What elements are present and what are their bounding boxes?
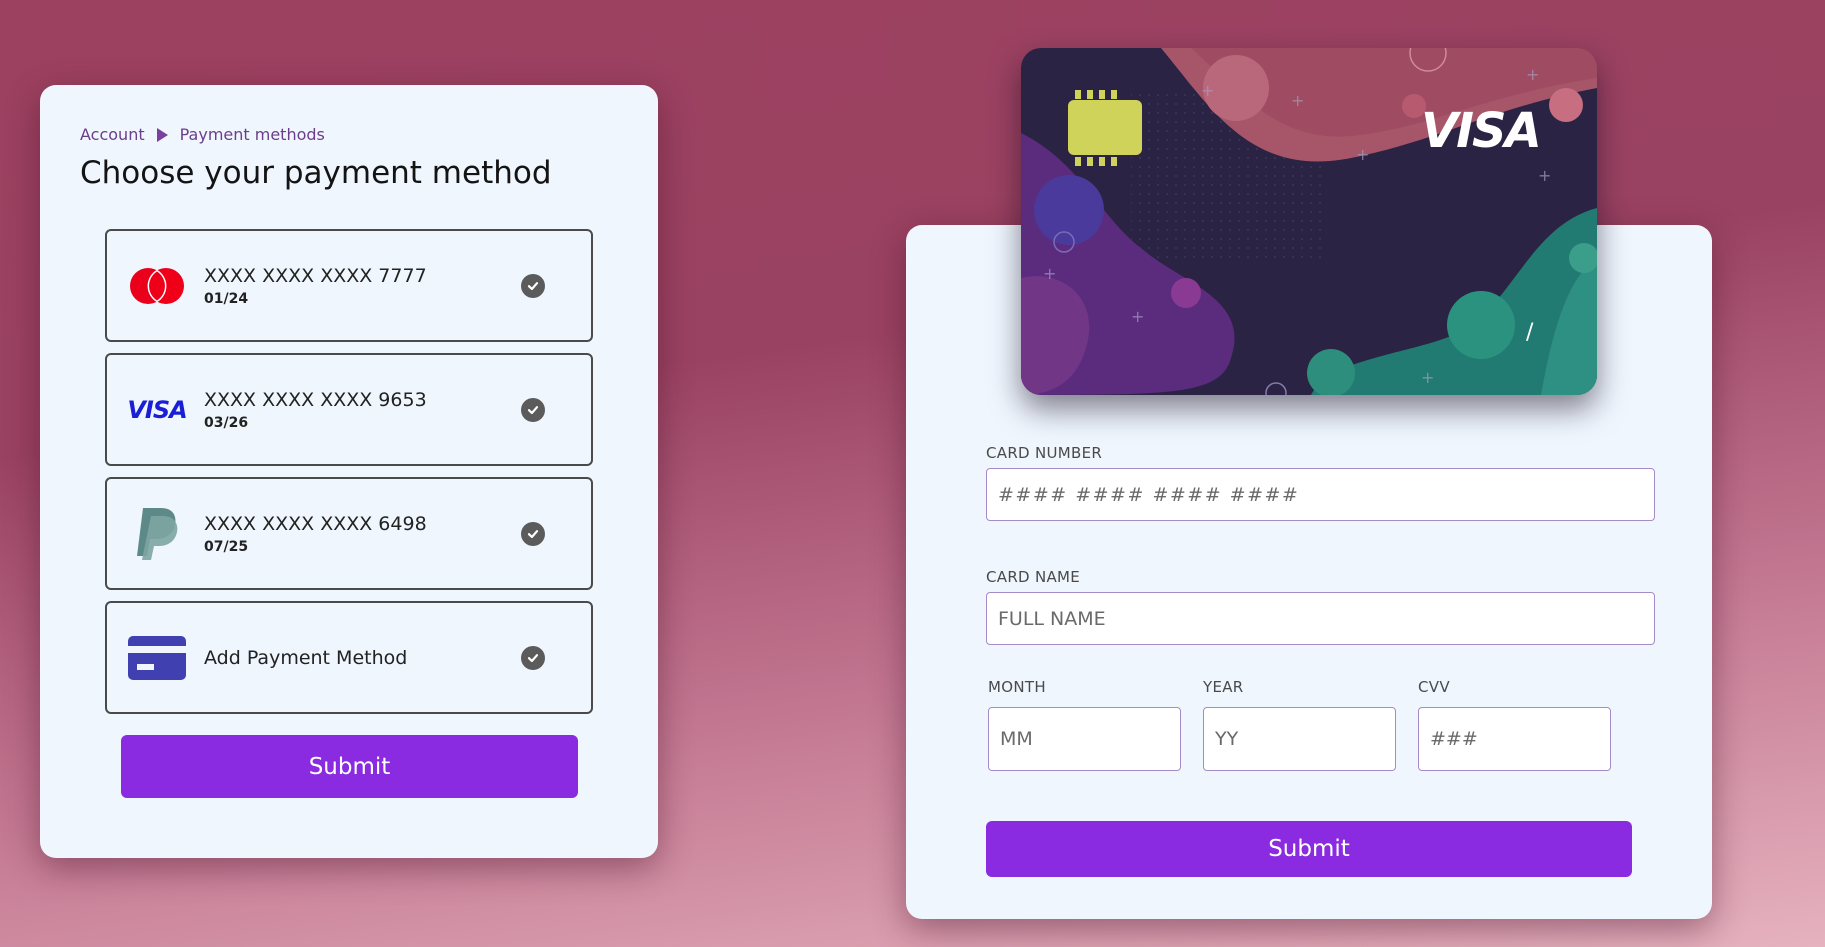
card-number: XXXX XXXX XXXX 9653 (204, 389, 427, 411)
visa-logo-icon: VISA (1421, 103, 1542, 159)
card-expiry-display: / (1526, 320, 1534, 345)
svg-text:+: + (1043, 264, 1056, 283)
card-expiry: 01/24 (204, 291, 249, 307)
card-number: XXXX XXXX XXXX 7777 (204, 265, 427, 287)
payment-option-paypal[interactable]: XXXX XXXX XXXX 6498 07/25 (105, 477, 593, 590)
month-label: MONTH (988, 678, 1046, 696)
visa-logo-icon: VISA (127, 395, 187, 424)
payment-methods-panel: Account Payment methods Choose your paym… (40, 85, 658, 858)
card-number: XXXX XXXX XXXX 6498 (204, 513, 427, 535)
credit-card-icon (127, 633, 187, 683)
add-payment-method-label: Add Payment Method (204, 646, 408, 669)
breadcrumb-payment-methods[interactable]: Payment methods (180, 125, 325, 144)
card-expiry: 07/25 (204, 539, 249, 555)
payment-option-add-method[interactable]: Add Payment Method (105, 601, 593, 714)
svg-text:+: + (1421, 368, 1434, 387)
svg-text:+: + (1538, 166, 1551, 185)
check-icon (521, 273, 545, 298)
submit-card-button[interactable]: Submit (986, 821, 1632, 877)
page-title: Choose your payment method (80, 155, 552, 191)
card-expiry: 03/26 (204, 415, 249, 431)
year-label: YEAR (1203, 678, 1244, 696)
check-icon (521, 521, 545, 546)
month-input[interactable] (988, 707, 1181, 771)
breadcrumb-account[interactable]: Account (80, 125, 145, 144)
year-input[interactable] (1203, 707, 1396, 771)
svg-text:+: + (1131, 307, 1144, 326)
breadcrumb: Account Payment methods (80, 125, 325, 144)
payment-option-mastercard[interactable]: XXXX XXXX XXXX 7777 01/24 (105, 229, 593, 342)
payment-option-visa[interactable]: VISA XXXX XXXX XXXX 9653 03/26 (105, 353, 593, 466)
check-icon (521, 645, 545, 670)
card-preview: + + + + + + + + VISA / (1021, 48, 1597, 395)
check-icon (521, 397, 545, 422)
paypal-icon (127, 507, 187, 560)
cvv-label: CVV (1418, 678, 1450, 696)
svg-text:+: + (1356, 145, 1369, 164)
breadcrumb-separator-icon (156, 127, 168, 142)
svg-text:+: + (1291, 91, 1304, 110)
svg-text:+: + (1201, 81, 1214, 100)
submit-payment-method-button[interactable]: Submit (121, 735, 578, 798)
card-number-label: CARD NUMBER (986, 444, 1103, 462)
card-name-input[interactable] (986, 592, 1655, 645)
mastercard-icon (127, 261, 187, 311)
cvv-input[interactable] (1418, 707, 1611, 771)
card-name-label: CARD NAME (986, 568, 1081, 586)
card-chip-icon (1065, 88, 1147, 172)
svg-text:+: + (1526, 65, 1539, 84)
card-number-input[interactable] (986, 468, 1655, 521)
